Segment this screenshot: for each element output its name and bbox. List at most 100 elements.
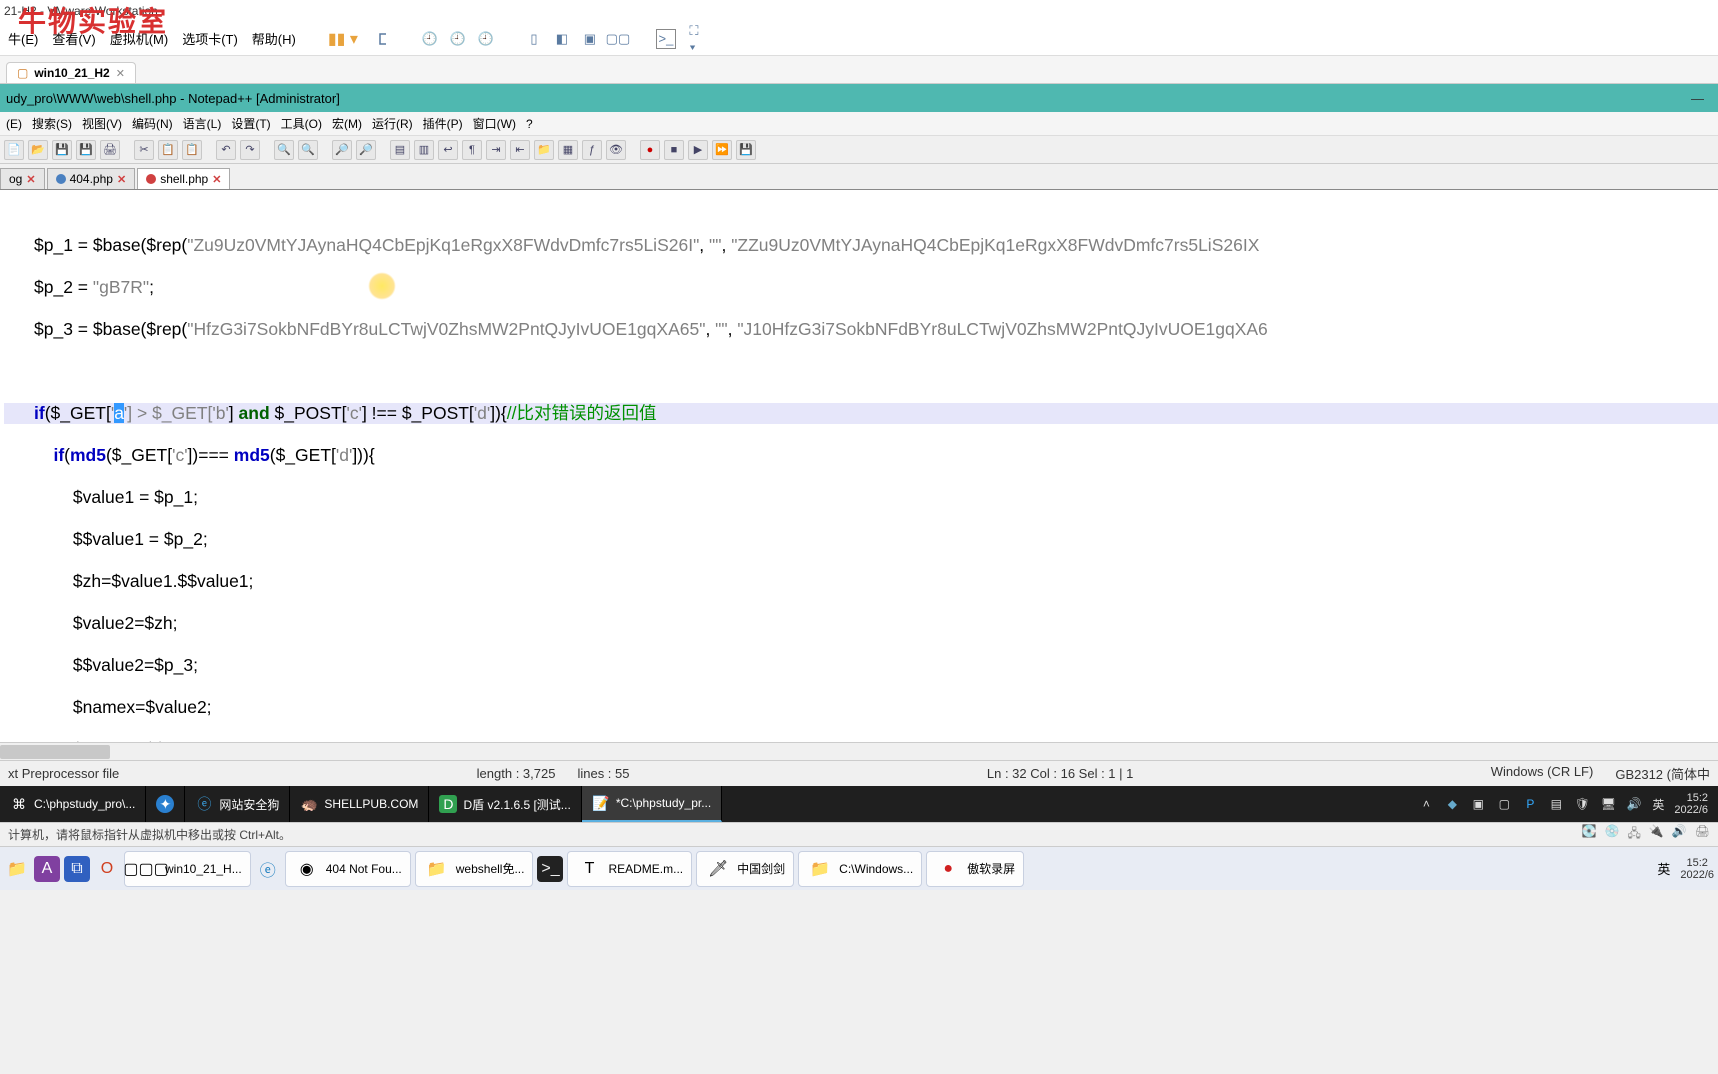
zoom-out-icon[interactable]: 🔎 bbox=[356, 140, 376, 160]
taskbar-item-ddun[interactable]: DD盾 v2.1.6.5 [测试... bbox=[429, 786, 581, 822]
monitor-file-icon[interactable]: 👁 bbox=[606, 140, 626, 160]
npp-menu-search[interactable]: 搜索(S) bbox=[32, 115, 72, 132]
tray-app5-icon[interactable]: ▤ bbox=[1548, 796, 1564, 812]
cut-icon[interactable]: ✂ bbox=[134, 140, 154, 160]
view-single-icon[interactable]: ▯ bbox=[524, 29, 544, 49]
terminal-icon[interactable]: >_ bbox=[537, 856, 563, 882]
taskbar-item-notepadpp[interactable]: 📝*C:\phpstudy_pr... bbox=[582, 786, 722, 822]
npp-menu-settings[interactable]: 设置(T) bbox=[231, 115, 270, 132]
show-chars-icon[interactable]: ¶ bbox=[462, 140, 482, 160]
fullscreen-icon[interactable]: ⛶ ▾ bbox=[684, 29, 704, 49]
view-multi-icon[interactable]: ▢▢ bbox=[608, 29, 628, 49]
save-icon[interactable]: 💾 bbox=[52, 140, 72, 160]
net-icon[interactable]: 🖧 bbox=[1627, 824, 1640, 845]
play-multi-icon[interactable]: ⏩ bbox=[712, 140, 732, 160]
send-cad-icon[interactable] bbox=[372, 29, 392, 49]
taskbar-item-phpstudy[interactable]: ⌘C:\phpstudy_pro\... bbox=[0, 786, 146, 822]
stop-icon[interactable]: ■ bbox=[664, 140, 684, 160]
app-a-icon[interactable]: A bbox=[34, 856, 60, 882]
find-icon[interactable]: 🔍 bbox=[274, 140, 294, 160]
host-ime[interactable]: 英 bbox=[1651, 859, 1676, 878]
view-split-icon[interactable]: ◧ bbox=[552, 29, 572, 49]
close-icon[interactable]: ✕ bbox=[26, 173, 35, 186]
sync-h-icon[interactable]: ▥ bbox=[414, 140, 434, 160]
vm-menu-view[interactable]: 查看(V) bbox=[46, 25, 101, 52]
tray-volume-icon[interactable]: 🔊 bbox=[1626, 796, 1642, 812]
close-icon[interactable]: ✕ bbox=[117, 173, 126, 186]
save-macro-icon[interactable]: 💾 bbox=[736, 140, 756, 160]
host-item-vmware[interactable]: ▢▢▢win10_21_H... bbox=[124, 851, 251, 887]
printer-icon[interactable]: 🖨 bbox=[1695, 824, 1710, 845]
sync-v-icon[interactable]: ▤ bbox=[390, 140, 410, 160]
npp-menu-help[interactable]: ? bbox=[526, 117, 533, 131]
npp-menu-tools[interactable]: 工具(O) bbox=[281, 115, 322, 132]
vm-menu-file[interactable]: 牛(E) bbox=[2, 25, 44, 52]
npp-menu-lang[interactable]: 语言(L) bbox=[183, 115, 222, 132]
open-file-icon[interactable]: 📂 bbox=[28, 140, 48, 160]
host-clock[interactable]: 15:2 2022/6 bbox=[1680, 857, 1714, 881]
taskbar-item-safedog[interactable]: ⓔ网站安全狗 bbox=[185, 786, 290, 822]
npp-menu-run[interactable]: 运行(R) bbox=[372, 115, 413, 132]
host-item-folder[interactable]: 📁webshell免... bbox=[415, 851, 534, 887]
record-icon[interactable]: ● bbox=[640, 140, 660, 160]
usb-icon[interactable]: 🔌 bbox=[1649, 824, 1664, 845]
close-icon[interactable]: ✕ bbox=[116, 67, 125, 80]
file-tab-0[interactable]: og✕ bbox=[0, 168, 45, 189]
tray-ime[interactable]: 英 bbox=[1652, 796, 1664, 813]
horizontal-scrollbar[interactable] bbox=[0, 742, 1718, 760]
disk-icon[interactable]: 💽 bbox=[1582, 824, 1597, 845]
npp-menu-e[interactable]: (E) bbox=[6, 117, 22, 131]
host-item-antsword[interactable]: 🗡中国剑剑 bbox=[696, 851, 794, 887]
host-item-explorer[interactable]: 📁C:\Windows... bbox=[798, 851, 922, 887]
view-tile-icon[interactable]: ▣ bbox=[580, 29, 600, 49]
sound-icon[interactable]: 🔊 bbox=[1672, 824, 1687, 845]
file-tab-shell[interactable]: shell.php✕ bbox=[137, 168, 230, 189]
host-item-typora[interactable]: TREADME.m... bbox=[567, 851, 692, 887]
npp-menu-window[interactable]: 窗口(W) bbox=[473, 115, 516, 132]
tray-clock[interactable]: 15:22022/6 bbox=[1674, 792, 1708, 816]
tray-app3-icon[interactable]: ▢ bbox=[1496, 796, 1512, 812]
host-item-recorder[interactable]: ●傲软录屏 bbox=[926, 851, 1024, 887]
indent-icon[interactable]: ⇥ bbox=[486, 140, 506, 160]
save-all-icon[interactable]: 💾 bbox=[76, 140, 96, 160]
tray-app2-icon[interactable]: ▣ bbox=[1470, 796, 1486, 812]
outdent-icon[interactable]: ⇤ bbox=[510, 140, 530, 160]
undo-icon[interactable]: ↶ bbox=[216, 140, 236, 160]
pause-icon[interactable]: ▮▮ ▾ bbox=[322, 25, 364, 53]
console-icon[interactable]: >_ bbox=[656, 29, 676, 49]
vm-menu-help[interactable]: 帮助(H) bbox=[246, 25, 302, 52]
npp-menu-encoding[interactable]: 编码(N) bbox=[132, 115, 173, 132]
office-icon[interactable]: O bbox=[94, 856, 120, 882]
tray-app1-icon[interactable]: ◆ bbox=[1444, 796, 1460, 812]
doc-map-icon[interactable]: ▦ bbox=[558, 140, 578, 160]
taskbar-item-shellpub[interactable]: 🦔SHELLPUB.COM bbox=[290, 786, 429, 822]
new-file-icon[interactable]: 📄 bbox=[4, 140, 24, 160]
vm-menu-vm[interactable]: 虚拟机(M) bbox=[104, 25, 175, 52]
paste-icon[interactable]: 📋 bbox=[182, 140, 202, 160]
vm-tab-active[interactable]: ▢ win10_21_H2 ✕ bbox=[6, 62, 136, 83]
scrollbar-thumb[interactable] bbox=[0, 745, 110, 759]
edge-icon[interactable]: ⓔ bbox=[255, 856, 281, 882]
npp-menu-plugins[interactable]: 插件(P) bbox=[423, 115, 463, 132]
tray-chevron-icon[interactable]: ˄ bbox=[1418, 796, 1434, 812]
replace-icon[interactable]: 🔍 bbox=[298, 140, 318, 160]
file-tab-404[interactable]: 404.php✕ bbox=[47, 168, 136, 189]
npp-menu-macro[interactable]: 宏(M) bbox=[332, 115, 362, 132]
minimize-icon[interactable]: — bbox=[1691, 91, 1704, 106]
tray-app4-icon[interactable]: P bbox=[1522, 796, 1538, 812]
print-icon[interactable]: 🖨 bbox=[100, 140, 120, 160]
code-editor[interactable]: $p_1 = $base($rep("Zu9Uz0VMtYJAynaHQ4CbE… bbox=[0, 190, 1718, 742]
cd-icon[interactable]: 💿 bbox=[1605, 824, 1620, 845]
tray-network-icon[interactable]: 🖥 bbox=[1600, 796, 1616, 812]
npp-menu-view[interactable]: 视图(V) bbox=[82, 115, 122, 132]
snapshot-icon[interactable]: 🕘 bbox=[420, 29, 440, 49]
snapshot-manage-icon[interactable]: 🕘 bbox=[476, 29, 496, 49]
explorer-icon[interactable]: 📁 bbox=[4, 856, 30, 882]
close-icon[interactable]: ✕ bbox=[212, 173, 221, 186]
redo-icon[interactable]: ↷ bbox=[240, 140, 260, 160]
tray-shield-icon[interactable]: 🛡 bbox=[1574, 796, 1590, 812]
play-icon[interactable]: ▶ bbox=[688, 140, 708, 160]
snapshot-revert-icon[interactable]: 🕘 bbox=[448, 29, 468, 49]
vscode-icon[interactable]: ⧉ bbox=[64, 856, 90, 882]
func-list-icon[interactable]: ƒ bbox=[582, 140, 602, 160]
